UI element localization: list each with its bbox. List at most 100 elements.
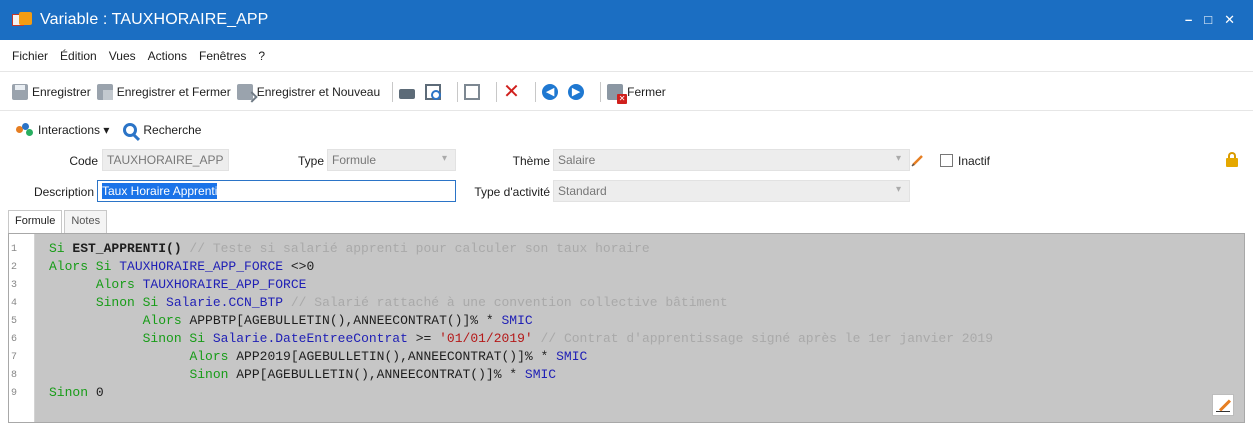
copy-button[interactable]: [464, 83, 484, 100]
menu-fichier[interactable]: Fichier: [12, 49, 48, 63]
search-icon: [123, 123, 138, 137]
menu-help[interactable]: ?: [258, 49, 265, 63]
interactions-label: Interactions ▾: [38, 123, 110, 137]
interactions-dropdown[interactable]: Interactions ▾: [16, 123, 109, 137]
save-icon: [12, 83, 28, 100]
code-token: Salarie.DateEntreeContrat: [212, 331, 408, 346]
line-number: 6: [11, 334, 18, 345]
minimize-icon[interactable]: –: [1185, 12, 1192, 28]
save-new-label: Enregistrer et Nouveau: [256, 84, 381, 99]
line-number: 4: [11, 298, 18, 309]
code-line: Sinon Si Salarie.DateEntreeContrat >= '0…: [49, 330, 993, 348]
variable-app-icon: [12, 12, 32, 28]
tab-bar: Formule Notes: [8, 210, 109, 235]
type-select[interactable]: Formule: [327, 149, 456, 171]
code-token: Sinon: [49, 385, 96, 400]
code-token: Sinon: [189, 367, 237, 382]
toolbar-separator: [496, 81, 498, 102]
code-token: >=: [407, 331, 440, 346]
print-preview-button[interactable]: [425, 83, 445, 100]
delete-button[interactable]: ✕: [503, 82, 523, 102]
print-button[interactable]: [399, 85, 419, 99]
save-button[interactable]: Enregistrer: [12, 83, 91, 100]
code-token: Sinon Si: [142, 331, 213, 346]
printer-icon: [399, 88, 416, 99]
code-field: TAUXHORAIRE_APP: [102, 149, 229, 171]
save-label: Enregistrer: [32, 84, 91, 99]
activity-type-select[interactable]: Standard: [553, 180, 910, 202]
secondary-toolbar: Interactions ▾ Recherche: [0, 115, 1253, 145]
previous-button[interactable]: ◀: [542, 83, 562, 100]
code-line: Si EST_APPRENTI() // Teste si salarié ap…: [49, 240, 650, 258]
code-token: '01/01/2019': [439, 331, 533, 346]
toolbar-separator: [392, 81, 394, 102]
code-token: Alors: [95, 277, 143, 292]
code-token: <>0: [283, 259, 315, 274]
code-token: 0: [95, 385, 104, 400]
code-token: EST_APPRENTI(): [72, 241, 182, 256]
code-line: Alors APP2019[AGEBULLETIN(),ANNEECONTRAT…: [49, 348, 587, 366]
inactive-checkbox[interactable]: [940, 154, 953, 167]
toolbar-separator: [600, 81, 602, 102]
maximize-icon[interactable]: □: [1204, 12, 1212, 28]
type-label: Type: [297, 154, 324, 168]
search-label: Recherche: [143, 123, 202, 137]
code-token: SMIC: [556, 349, 588, 364]
theme-select[interactable]: Salaire: [553, 149, 910, 171]
next-icon: ▶: [568, 83, 585, 100]
formula-editor[interactable]: 1 2 3 4 5 6 7 8 9 Si EST_APPRENTI() // T…: [8, 233, 1245, 423]
close-document-icon: [607, 83, 628, 104]
description-label: Description: [33, 185, 94, 199]
save-close-icon: [96, 83, 113, 100]
code-line: Sinon 0: [49, 384, 104, 402]
toolbar-separator: [457, 81, 459, 102]
code-line: Alors TAUXHORAIRE_APP_FORCE: [49, 276, 307, 294]
next-button[interactable]: ▶: [568, 83, 588, 100]
toolbar-separator: [535, 81, 537, 102]
line-number-gutter: 1 2 3 4 5 6 7 8 9: [9, 234, 35, 422]
variable-form: Code TAUXHORAIRE_APP Type Formule Thème …: [0, 148, 1253, 206]
edit-formula-button[interactable]: [1212, 394, 1234, 416]
code-line: Alors Si TAUXHORAIRE_APP_FORCE <>0: [49, 258, 314, 276]
close-button[interactable]: Fermer: [607, 83, 666, 104]
code-token: Si: [49, 241, 73, 256]
menu-fenetres[interactable]: Fenêtres: [199, 49, 246, 63]
line-number: 8: [11, 370, 18, 381]
code-token: SMIC: [501, 313, 533, 328]
line-number: 7: [11, 352, 18, 363]
save-close-label: Enregistrer et Fermer: [116, 84, 231, 99]
line-number: 2: [11, 262, 18, 273]
description-input[interactable]: Taux Horaire Apprenti: [97, 180, 456, 202]
code-token: // Teste si salarié apprenti pour calcul…: [181, 241, 650, 256]
menu-actions[interactable]: Actions: [148, 49, 187, 63]
code-token: SMIC: [524, 367, 557, 382]
menu-vues[interactable]: Vues: [109, 49, 136, 63]
previous-icon: ◀: [542, 83, 559, 100]
code-token: TAUXHORAIRE_APP_FORCE: [142, 277, 307, 292]
code-line: Sinon APP[AGEBULLETIN(),ANNEECONTRAT()]%…: [49, 366, 556, 384]
description-value: Taux Horaire Apprenti: [102, 183, 218, 199]
code-line: Alors APPBTP[AGEBULLETIN(),ANNEECONTRAT(…: [49, 312, 533, 330]
save-and-new-button[interactable]: Enregistrer et Nouveau: [236, 83, 381, 100]
code-token: APPBTP[AGEBULLETIN(),ANNEECONTRAT()]% *: [189, 313, 502, 328]
activity-type-label: Type d'activité: [474, 185, 550, 199]
line-number: 5: [11, 316, 18, 327]
search-button[interactable]: Recherche: [123, 123, 201, 137]
title-bar: Variable : TAUXHORAIRE_APP – □ ✕: [0, 0, 1253, 40]
theme-label: Thème: [512, 154, 550, 168]
tab-formule[interactable]: Formule: [8, 210, 63, 235]
line-number: 1: [11, 244, 18, 255]
menu-edition[interactable]: Édition: [60, 49, 97, 63]
code-line: Sinon Si Salarie.CCN_BTP // Salarié ratt…: [49, 294, 728, 312]
code-token: Sinon Si: [95, 295, 167, 310]
line-number: 9: [11, 388, 18, 399]
print-preview-icon: [425, 83, 442, 100]
close-window-icon[interactable]: ✕: [1224, 12, 1235, 28]
tab-notes[interactable]: Notes: [64, 210, 108, 234]
code-token: Alors: [142, 313, 190, 328]
code-token: Alors: [189, 349, 237, 364]
edit-theme-icon[interactable]: [910, 152, 926, 168]
code-token: // Salarié rattaché à une convention col…: [283, 295, 728, 310]
save-and-close-button[interactable]: Enregistrer et Fermer: [96, 83, 231, 100]
code-label: Code: [69, 154, 98, 168]
